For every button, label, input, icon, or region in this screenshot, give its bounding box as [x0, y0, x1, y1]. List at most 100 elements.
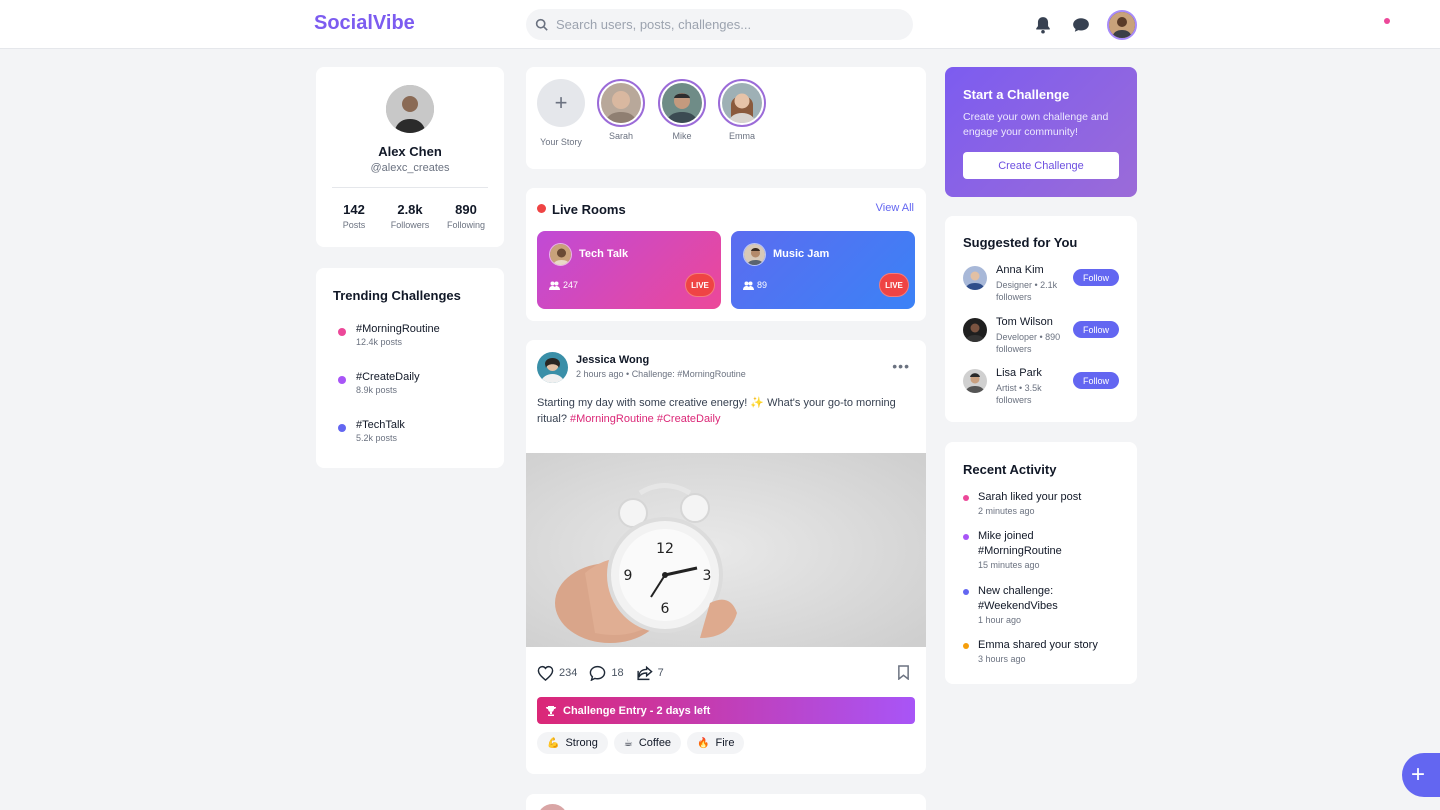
stat-followers[interactable]: 2.8k Followers: [380, 202, 440, 230]
story-name: Sarah: [608, 131, 634, 141]
stories-card: + Your Story Sarah Mike Emma: [526, 67, 926, 169]
divider: [332, 187, 488, 188]
post-image[interactable]: 12 3 6 9: [526, 453, 926, 647]
trend-count: 5.2k posts: [356, 433, 398, 443]
cta-description: Create your own challenge and engage you…: [963, 111, 1109, 138]
reaction-coffee[interactable]: ☕ Coffee: [613, 732, 682, 754]
suggested-name[interactable]: Anna Kim: [996, 264, 1044, 276]
suggested-name[interactable]: Lisa Park: [996, 367, 1042, 379]
like-button[interactable]: 234: [537, 665, 577, 681]
chat-icon[interactable]: [1072, 16, 1090, 34]
recent-activity-card: Recent Activity Sarah liked your post 2 m…: [945, 442, 1137, 684]
search-input[interactable]: [556, 9, 896, 40]
activity-dot: [963, 643, 969, 649]
activity-text: Sarah liked your post: [978, 491, 1082, 503]
activity-text: Emma shared your story: [978, 639, 1098, 651]
stat-value: 142: [343, 202, 365, 217]
stat-posts[interactable]: 142 Posts: [324, 202, 384, 230]
trend-tag: #CreateDaily: [356, 371, 420, 383]
reaction-label: Coffee: [638, 737, 672, 749]
follow-button[interactable]: Follow: [1073, 372, 1119, 389]
more-options-icon[interactable]: •••: [892, 358, 910, 374]
story-your-story[interactable]: + Your Story: [531, 79, 591, 147]
next-post-card: [526, 794, 926, 810]
story-name: Mike: [672, 131, 692, 141]
trend-dot: [338, 328, 346, 336]
room-viewers: 247: [549, 280, 578, 290]
users-icon: [549, 281, 560, 290]
live-room-tech-talk[interactable]: Tech Talk 247 LIVE: [537, 231, 721, 309]
comment-button[interactable]: 18: [589, 665, 624, 681]
svg-text:9: 9: [624, 568, 633, 584]
post-author-name[interactable]: Jessica Wong: [576, 354, 649, 366]
create-challenge-button[interactable]: Create Challenge: [963, 152, 1119, 179]
activity-dot: [963, 495, 969, 501]
stat-value: 890: [455, 202, 477, 217]
activity-time: 15 minutes ago: [978, 560, 1040, 570]
live-room-music-jam[interactable]: Music Jam 89 LIVE: [731, 231, 915, 309]
trend-tag: #MorningRoutine: [356, 323, 440, 335]
follow-button[interactable]: Follow: [1073, 269, 1119, 286]
challenge-entry-banner[interactable]: Challenge Entry - 2 days left: [537, 697, 915, 724]
trend-count: 12.4k posts: [356, 337, 403, 347]
story-avatar: [722, 83, 762, 123]
reaction-strong[interactable]: 💪 Strong: [537, 732, 608, 754]
profile-handle: @alexc_creates: [370, 162, 450, 174]
reaction-label: Fire: [715, 737, 735, 749]
heart-icon: [537, 665, 554, 681]
trending-title: Trending Challenges: [333, 288, 461, 303]
suggested-info: Artist • 3.5k followers: [996, 383, 1042, 405]
bell-icon[interactable]: [1034, 16, 1052, 34]
comment-icon: [590, 665, 606, 681]
post-body: Starting my day with some creative energ…: [537, 395, 917, 427]
story-sarah[interactable]: Sarah: [591, 79, 651, 141]
suggested-info: Developer • 890 followers: [996, 332, 1061, 354]
activity-text: Mike joined #MorningRoutine: [978, 530, 1062, 557]
post-hashtags[interactable]: #MorningRoutine #CreateDaily: [570, 413, 720, 425]
story-avatar: [601, 83, 641, 123]
activity-dot: [963, 534, 969, 540]
suggested-name[interactable]: Tom Wilson: [996, 316, 1053, 328]
live-indicator-dot: [537, 204, 546, 213]
trend-dot: [338, 424, 346, 432]
activity-title: Recent Activity: [963, 462, 1057, 477]
view-all-link[interactable]: View All: [876, 202, 914, 214]
live-badge: LIVE: [879, 273, 909, 297]
bookmark-icon[interactable]: [897, 665, 910, 680]
reaction-label: Strong: [565, 737, 598, 749]
stat-following[interactable]: 890 Following: [436, 202, 496, 230]
cta-title: Start a Challenge: [963, 87, 1070, 102]
challenge-banner-text: Challenge Entry - 2 days left: [563, 704, 711, 717]
activity-text: New challenge: #WeekendVibes: [978, 585, 1058, 612]
new-post-fab-button[interactable]: +: [1402, 753, 1440, 797]
profile-avatar[interactable]: [386, 85, 434, 133]
story-emma[interactable]: Emma: [712, 79, 772, 141]
room-host-avatar: [743, 243, 766, 266]
activity-time: 2 minutes ago: [978, 506, 1035, 516]
search-bar[interactable]: [526, 9, 913, 40]
live-rooms-card: Live Rooms View All Tech Talk 247 LIVE M…: [526, 188, 926, 321]
live-rooms-title: Live Rooms: [552, 202, 626, 217]
reaction-fire[interactable]: 🔥 Fire: [687, 732, 745, 754]
story-name: Emma: [728, 131, 755, 141]
story-mike[interactable]: Mike: [652, 79, 712, 141]
post-author-avatar[interactable]: [537, 352, 568, 383]
follow-button[interactable]: Follow: [1073, 321, 1119, 338]
app-logo[interactable]: SocialVibe: [314, 12, 415, 35]
suggested-avatar[interactable]: [963, 266, 987, 290]
story-avatar: [662, 83, 702, 123]
coffee-icon: ☕: [623, 737, 633, 749]
fire-icon: 🔥: [697, 737, 710, 749]
top-header: SocialVibe: [0, 0, 1440, 49]
post-author-avatar[interactable]: [537, 804, 568, 810]
suggested-avatar[interactable]: [963, 369, 987, 393]
suggested-info: Designer • 2.1k followers: [996, 280, 1058, 302]
stat-value: 2.8k: [397, 202, 423, 217]
viewer-count: 247: [563, 280, 579, 290]
share-button[interactable]: 7: [636, 665, 664, 681]
suggested-avatar[interactable]: [963, 318, 987, 342]
live-badge: LIVE: [685, 273, 715, 297]
viewer-count: 89: [757, 280, 768, 290]
user-avatar[interactable]: [1107, 10, 1137, 40]
suggested-card: Suggested for You Anna Kim Designer • 2.…: [945, 216, 1137, 422]
